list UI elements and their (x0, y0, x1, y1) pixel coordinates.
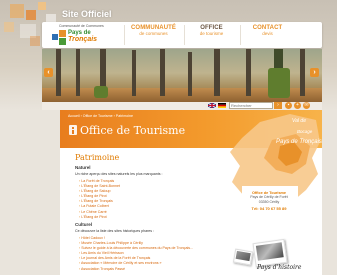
logo-tagline: Communauté de Communes (59, 24, 104, 28)
nav-sublabel: de communes (139, 31, 168, 36)
info-icon (69, 125, 77, 135)
nav-sublabel: de tourisme (199, 31, 224, 36)
tree-trunk (214, 49, 220, 96)
heritage-photo[interactable] (252, 238, 288, 268)
culture-intro: Ce découvre la liste des sites historiqu… (75, 229, 155, 233)
tree-trunk (76, 49, 80, 96)
mail-icon[interactable]: ✉ (303, 102, 310, 109)
heritage-caption: Pays d'histoire (257, 264, 302, 271)
page-title: Office de Tourisme (80, 124, 186, 137)
map-label: Pays de Tronçais (276, 139, 322, 145)
flag-de-icon[interactable] (218, 103, 226, 108)
logo[interactable]: Communauté de Communes Pays de Tronçais (45, 24, 104, 46)
office-phone: Tél: 04 70 67 55 89 (251, 206, 287, 211)
office-info-card: Office de Tourisme Pays de Cérilly de Fo… (243, 188, 295, 228)
logo-square-icon (59, 38, 66, 45)
tree-trunk (132, 50, 136, 96)
share-icon[interactable]: + (294, 102, 301, 109)
culture-heading: Culturel (75, 222, 93, 227)
banner-next-button[interactable]: › (310, 68, 319, 77)
tree-trunk (160, 49, 165, 96)
flag-uk-icon[interactable] (208, 103, 216, 108)
nav-sublabel: devis (262, 31, 273, 36)
nature-list: La Forêt de Tronçais L'Étang de Saint-Bo… (79, 179, 120, 220)
logo-line2: Tronçais (68, 36, 98, 43)
print-icon[interactable]: ▪ (285, 102, 292, 109)
map-label: Bocage (297, 129, 313, 134)
list-item[interactable]: Association Tronçais Passé (79, 267, 193, 272)
heritage-photo[interactable] (232, 248, 254, 266)
logo-square-icon (59, 30, 66, 37)
banner-prev-button[interactable]: ‹ (44, 68, 53, 77)
nature-intro: Un riche aperçu des sites naturels les p… (75, 172, 163, 176)
office-address-line: 03350 Cérilly (258, 199, 280, 204)
nav-contact[interactable]: CONTACT devis (240, 25, 294, 45)
nav-communaute[interactable]: COMMUNAUTÉ de communes (124, 25, 182, 45)
map-label: Val de (292, 118, 306, 124)
logo-square-icon (52, 34, 58, 40)
search-button[interactable]: › (274, 102, 282, 109)
tree-trunk (56, 49, 61, 96)
nav-office[interactable]: OFFICE de tourisme (184, 25, 238, 45)
search-input[interactable] (229, 102, 273, 109)
culture-list: Hôtel Cadoux ! Musée Charles-Louis Phili… (79, 236, 193, 272)
tree-trunk (300, 49, 305, 96)
office-address-line: Pays de Cérilly de Forêt (250, 195, 288, 199)
site-title: Site Officiel (62, 9, 112, 19)
list-item[interactable]: L'Étang de Pirot (79, 215, 120, 220)
moss-tree (268, 68, 290, 98)
nature-heading: Naturel (75, 165, 91, 170)
section-title: Patrimoine (75, 153, 120, 162)
breadcrumb[interactable]: Accueil › Office de Tourisme › Patrimoin… (68, 114, 133, 118)
header-bar: Communauté de Communes Pays de Tronçais … (42, 22, 322, 48)
moss-tree (94, 86, 108, 98)
tree-trunk (188, 52, 192, 96)
photo-banner (42, 49, 322, 102)
tree-trunk (246, 49, 251, 96)
